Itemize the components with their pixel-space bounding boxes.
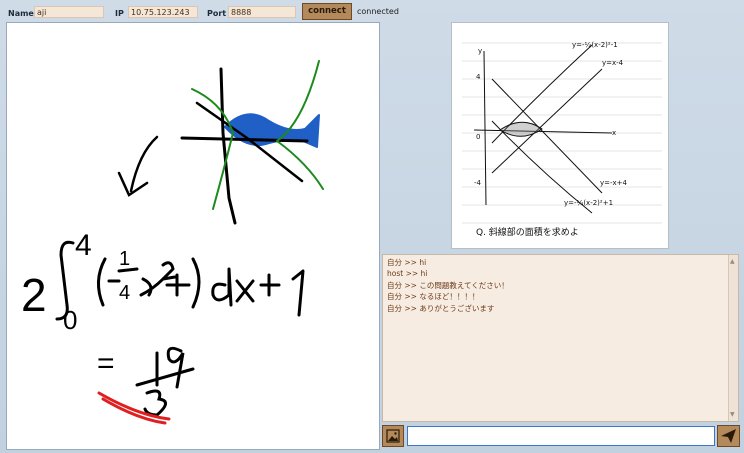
photo-eq3: y=-x+4 <box>600 179 628 187</box>
integral-lower: 0 <box>63 305 77 335</box>
name-field[interactable]: aji <box>34 6 104 18</box>
chat-message: 自分 >> なるほど！！！！ <box>387 292 480 302</box>
image-icon <box>386 429 400 443</box>
photo-tick-neg4: -4 <box>474 179 482 187</box>
sketch-arrow <box>117 135 159 197</box>
photo-y-axis <box>483 50 487 206</box>
scroll-up-icon[interactable]: ▲ <box>730 256 735 267</box>
photo-curves <box>473 44 613 214</box>
image-attach-button[interactable] <box>382 425 404 447</box>
chat-message: host >> hi <box>387 269 428 279</box>
photo-axis-y: y <box>478 47 482 55</box>
chat-scrollbar[interactable]: ▲ ▼ <box>728 255 738 421</box>
expr-scale: 2 <box>21 269 47 321</box>
handwriting-layer: 2 4 0 1 4 = <box>21 60 324 425</box>
chat-log[interactable]: 自分 >> hi host >> hi 自分 >> この問題教えてください！ 自… <box>382 254 739 422</box>
problem-photo: y=-¼(x-2)²-1 y=x-4 y=-x+4 y=-¼(x-2)²+1 x… <box>451 22 669 249</box>
chat-message: 自分 >> この問題教えてください！ <box>387 280 509 290</box>
sketch-graph <box>180 60 324 225</box>
connect-button[interactable]: connect <box>302 3 352 20</box>
scroll-down-icon[interactable]: ▼ <box>730 409 735 420</box>
photo-eq2: y=x-4 <box>602 59 624 67</box>
ip-field[interactable]: 10.75.123.243 <box>128 6 198 18</box>
dx-d <box>211 267 233 307</box>
send-icon <box>721 429 736 443</box>
photo-eq1: y=-¼(x-2)²-1 <box>572 41 618 49</box>
plus-sign <box>259 273 281 297</box>
dx-x <box>235 279 255 303</box>
ip-label: IP <box>115 9 124 18</box>
port-label: Port <box>207 9 227 18</box>
photo-graph: y=-¼(x-2)²-1 y=x-4 y=-x+4 y=-¼(x-2)²+1 x… <box>462 41 662 238</box>
paren-close <box>191 257 201 309</box>
photo-question: Q. 斜線部の面積を求めよ <box>476 226 579 238</box>
fraction-num: 1 <box>119 248 130 270</box>
handwritten-result <box>135 346 195 417</box>
photo-eq4: y=-¼(x-2)²+1 <box>564 199 613 207</box>
ruled-lines <box>462 42 662 224</box>
photo-axis-x: x <box>612 129 616 137</box>
x-squared <box>139 277 165 297</box>
handwritten-expression <box>55 240 305 321</box>
result-equals: = <box>97 347 115 380</box>
superscript-2 <box>161 261 177 281</box>
send-button[interactable] <box>717 425 740 447</box>
name-label: Name <box>8 9 34 18</box>
one <box>291 269 305 317</box>
photo-tick-4: 4 <box>476 73 481 81</box>
message-input[interactable] <box>407 426 715 446</box>
photo-origin: 0 <box>476 133 480 141</box>
chat-message: 自分 >> ありがとうございます <box>387 303 495 313</box>
drawing-canvas[interactable]: 2 4 0 1 4 = <box>6 22 380 450</box>
port-field[interactable]: 8888 <box>228 6 296 18</box>
photo-line-neg-x-4 <box>491 68 603 174</box>
photo-line-x-4 <box>491 78 603 194</box>
sketch-y-axis <box>219 67 237 225</box>
fraction-den: 4 <box>119 282 130 304</box>
integral-upper: 4 <box>75 229 92 262</box>
connection-status: connected <box>357 7 399 16</box>
paren-open <box>97 257 107 307</box>
chat-message: 自分 >> hi <box>387 258 427 267</box>
